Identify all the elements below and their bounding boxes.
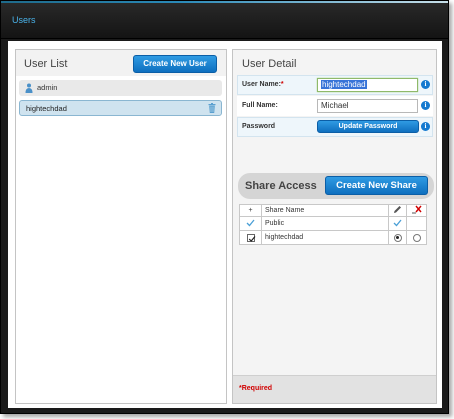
content-area: User List Create New User admin hightech…	[8, 41, 442, 408]
deny-radio[interactable]	[412, 233, 421, 242]
share-name: hightechdad	[261, 230, 389, 245]
app-window: Users User List Create New User admin hi…	[0, 0, 449, 414]
user-list-panel: User List Create New User admin hightech…	[15, 49, 227, 404]
edit-column-header	[388, 204, 407, 217]
user-icon	[25, 83, 33, 93]
user-list-item-admin[interactable]: admin	[19, 80, 222, 96]
share-table-header: + Share Name	[239, 204, 427, 217]
add-share-header[interactable]: +	[239, 204, 262, 217]
share-access-title: Share Access	[245, 180, 317, 192]
user-detail-title: User Detail	[242, 58, 297, 70]
share-access-header: Share Access Create New Share	[238, 173, 434, 199]
fullname-input[interactable]: Michael	[317, 99, 418, 113]
user-detail-form: User Name:* hightechdad i Full Name: Mic…	[237, 75, 433, 138]
checkmark-icon	[246, 219, 255, 226]
username-value: hightechdad	[321, 80, 367, 89]
user-name-label: hightechdad	[26, 104, 67, 113]
username-input[interactable]: hightechdad	[317, 78, 418, 92]
share-row-hightechdad: hightechdad	[239, 230, 427, 245]
password-label: Password	[242, 123, 276, 130]
info-icon[interactable]: i	[421, 101, 430, 110]
user-list-header: User List Create New User	[16, 50, 226, 76]
required-note: *Required	[239, 385, 273, 392]
update-password-button[interactable]: Update Password	[317, 120, 419, 133]
detail-footer: *Required	[233, 375, 436, 403]
create-new-user-button[interactable]: Create New User	[133, 55, 217, 73]
window-title: Users	[12, 15, 36, 25]
username-row: User Name:* hightechdad i	[237, 75, 433, 95]
required-mark: *	[280, 81, 284, 88]
fullname-row: Full Name: Michael i	[237, 96, 433, 116]
user-list-title: User List	[24, 58, 68, 70]
title-bar: Users	[1, 1, 448, 39]
pencil-icon	[394, 206, 401, 213]
share-checkbox[interactable]	[246, 233, 255, 242]
share-row-public: Public	[239, 216, 427, 231]
share-name: Public	[261, 216, 389, 231]
checkmark-icon	[393, 219, 402, 226]
user-name-label: admin	[37, 83, 58, 92]
create-new-share-button[interactable]: Create New Share	[325, 176, 428, 195]
info-icon[interactable]: i	[421, 122, 430, 131]
delete-x-icon	[412, 205, 422, 214]
username-label: User Name:*	[242, 81, 284, 88]
title-accent-strip	[1, 1, 448, 3]
trash-icon[interactable]	[208, 103, 216, 113]
share-table: + Share Name Public hightechdad	[239, 204, 427, 245]
share-name-header: Share Name	[261, 204, 389, 217]
delete-column-header	[406, 204, 427, 217]
read-write-radio[interactable]	[393, 233, 402, 242]
user-detail-panel: User Detail User Name:* hightechdad i Fu…	[232, 49, 437, 404]
user-list-item-hightechdad[interactable]: hightechdad	[19, 100, 222, 116]
info-icon[interactable]: i	[421, 80, 430, 89]
user-list: admin hightechdad	[19, 80, 222, 120]
password-row: Password Update Password i	[237, 117, 433, 137]
fullname-label: Full Name:	[242, 102, 278, 109]
